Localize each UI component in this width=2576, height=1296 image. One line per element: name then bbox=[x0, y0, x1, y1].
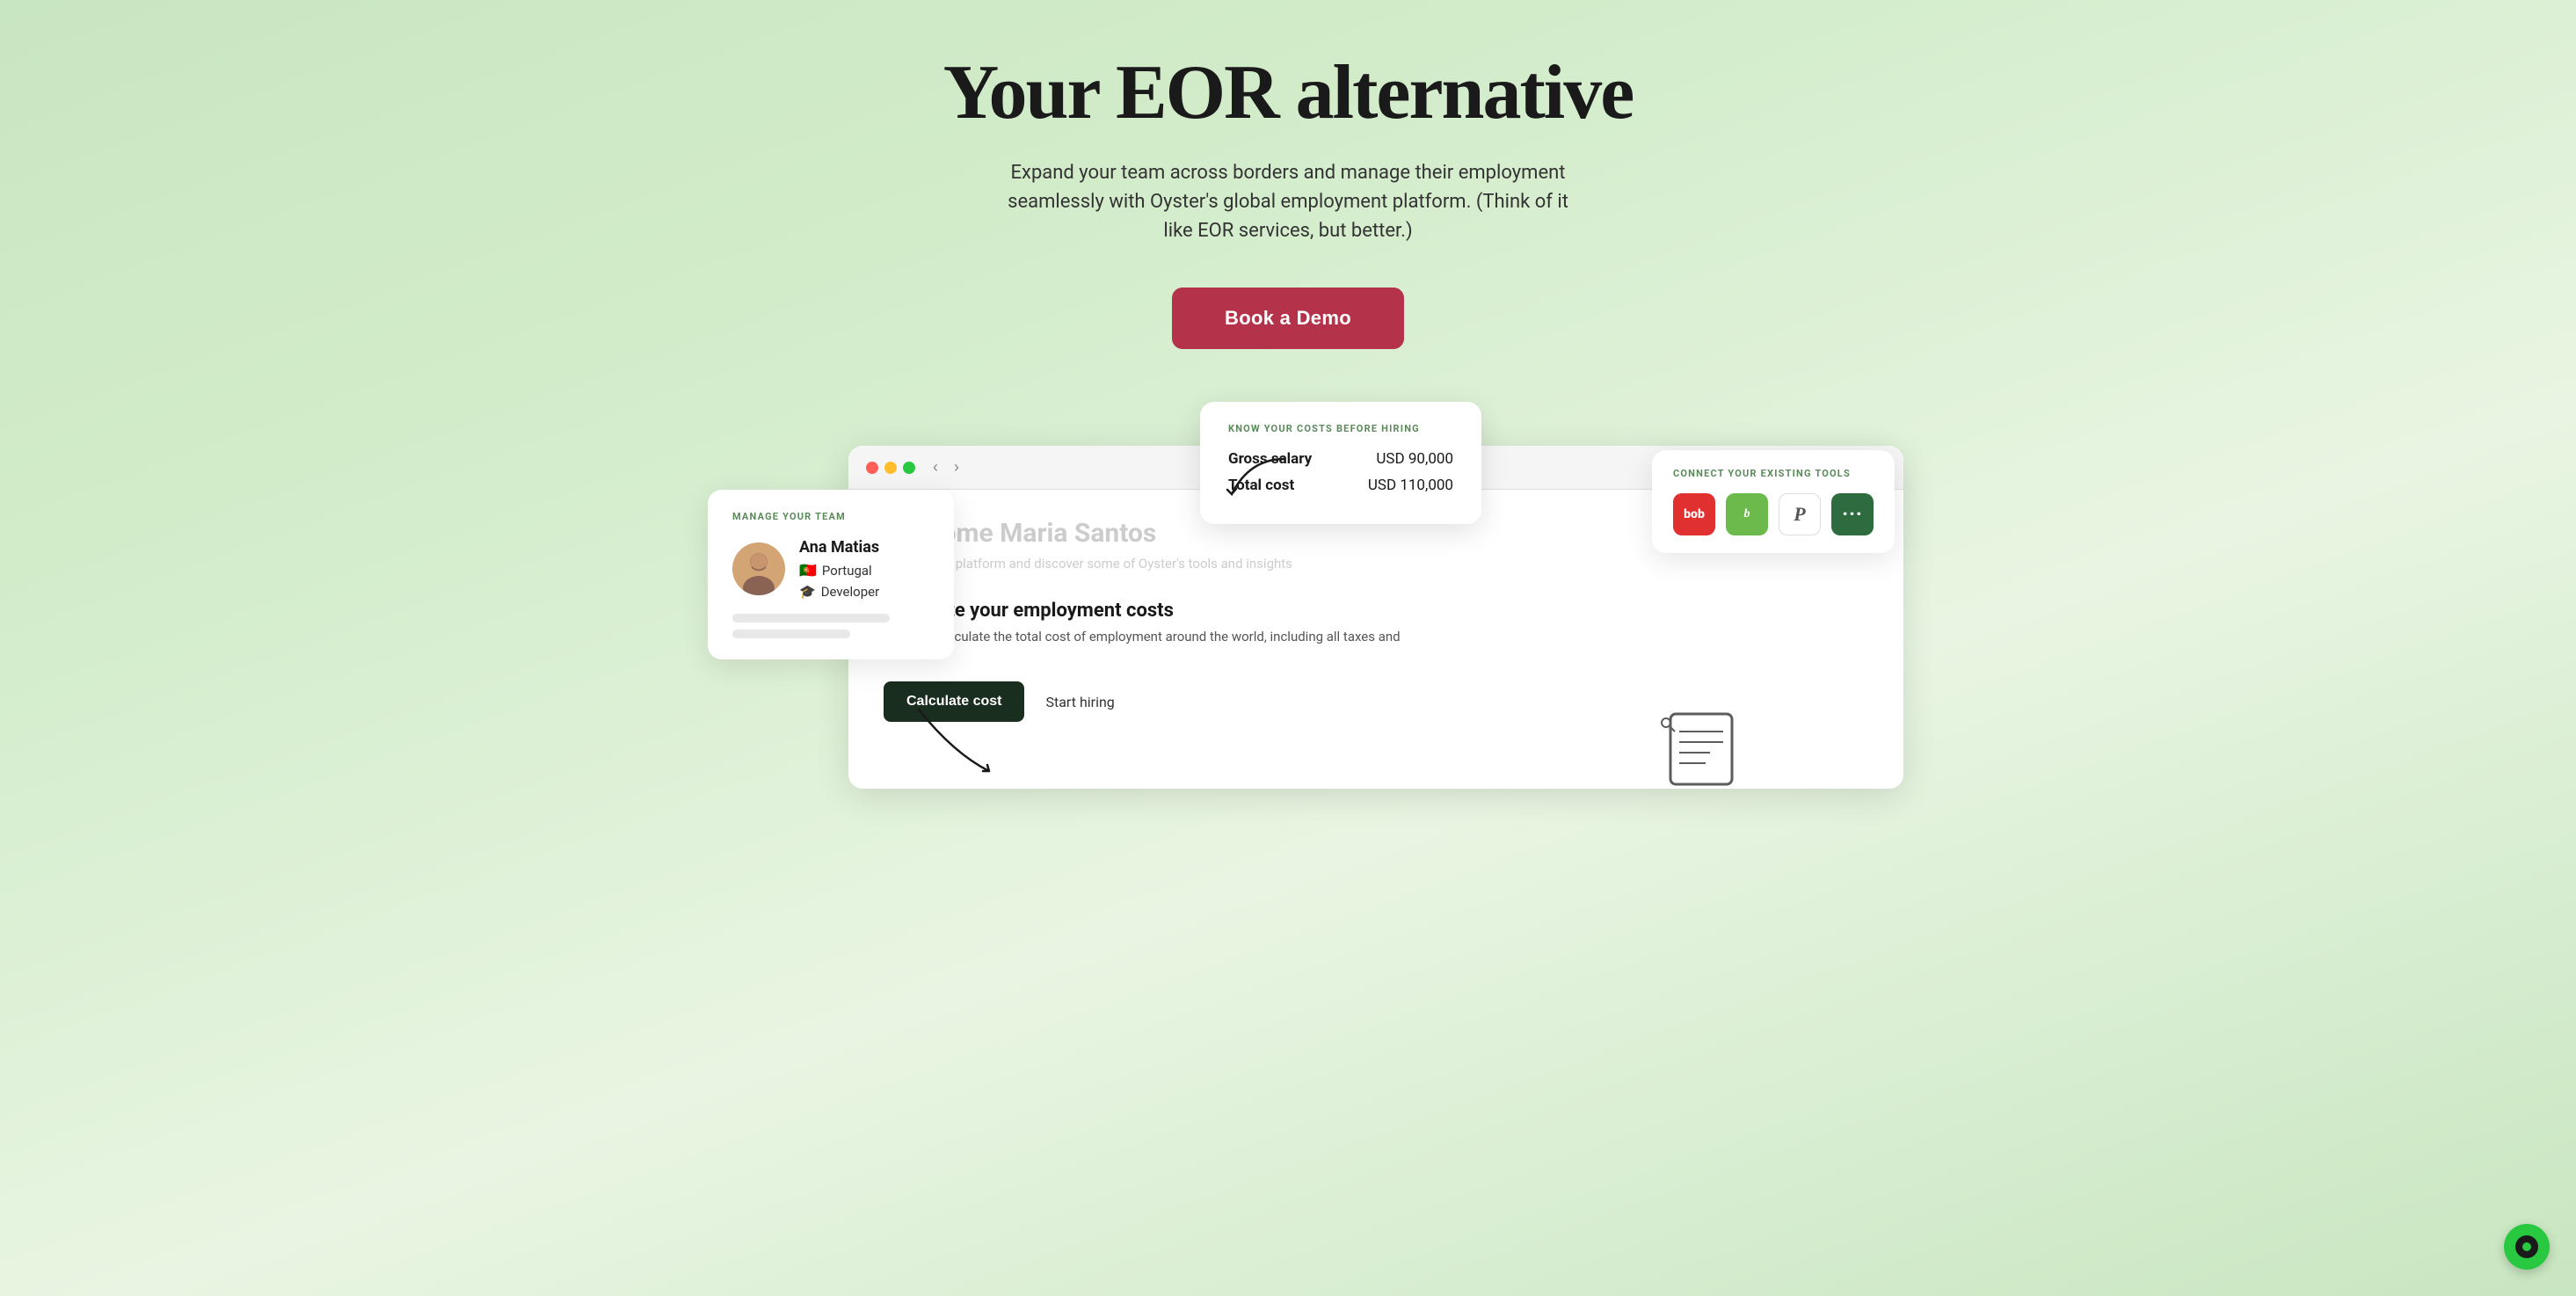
connect-tools-card: CONNECT YOUR EXISTING TOOLS bob b P ··· bbox=[1652, 450, 1895, 553]
tool-bob-icon[interactable]: bob bbox=[1673, 493, 1715, 535]
book-demo-button[interactable]: Book a Demo bbox=[1172, 288, 1404, 349]
arrow-decoration-bottom bbox=[901, 701, 1007, 789]
traffic-light-red[interactable] bbox=[866, 462, 878, 474]
calc-section-desc: Instantly calculate the total cost of em… bbox=[884, 629, 1411, 660]
browser-nav: ‹ › bbox=[929, 458, 963, 477]
nav-back-button[interactable]: ‹ bbox=[929, 458, 942, 477]
country-name: Portugal bbox=[822, 563, 872, 579]
nav-forward-button[interactable]: › bbox=[950, 458, 963, 477]
start-hiring-link[interactable]: Start hiring bbox=[1045, 694, 1114, 710]
chat-icon bbox=[2515, 1235, 2538, 1258]
placeholder-bar-2 bbox=[732, 630, 850, 638]
ui-showcase: KNOW YOUR COSTS BEFORE HIRING Gross sala… bbox=[673, 402, 1903, 824]
chat-dot bbox=[2522, 1242, 2531, 1251]
traffic-light-green[interactable] bbox=[903, 462, 915, 474]
role-icon: 🎓 bbox=[799, 584, 816, 600]
avatar bbox=[732, 542, 785, 595]
country-flag: 🇵🇹 bbox=[799, 562, 817, 579]
tool-icons: bob b P ··· bbox=[1673, 493, 1874, 535]
connect-tools-title: CONNECT YOUR EXISTING TOOLS bbox=[1673, 468, 1874, 479]
person-country: 🇵🇹 Portugal bbox=[799, 562, 879, 579]
cost-tooltip-title: KNOW YOUR COSTS BEFORE HIRING bbox=[1228, 423, 1453, 434]
person-details: Ana Matias 🇵🇹 Portugal 🎓 Developer bbox=[799, 538, 879, 600]
traffic-light-yellow[interactable] bbox=[884, 462, 897, 474]
role-label: Developer bbox=[821, 584, 880, 600]
welcome-sub: Preview our platform and discover some o… bbox=[884, 556, 1868, 572]
arrow-decoration-top bbox=[1214, 450, 1320, 521]
person-info: Ana Matias 🇵🇹 Portugal 🎓 Developer bbox=[732, 538, 929, 600]
gross-salary-value: USD 90,000 bbox=[1376, 450, 1453, 468]
placeholder-bars bbox=[732, 614, 929, 638]
deco-illustration bbox=[1657, 705, 1745, 806]
calc-section-title: Calculate your employment costs bbox=[884, 600, 1868, 622]
placeholder-bar-1 bbox=[732, 614, 890, 623]
tool-bamboo-icon[interactable]: b bbox=[1726, 493, 1768, 535]
hero-subtitle: Expand your team across borders and mana… bbox=[1007, 158, 1569, 245]
chat-widget[interactable] bbox=[2504, 1224, 2550, 1270]
manage-team-card: MANAGE YOUR TEAM Ana Matias 🇵🇹 Portugal bbox=[708, 490, 954, 659]
hero-section: Your EOR alternative Expand your team ac… bbox=[0, 0, 2576, 349]
person-role: 🎓 Developer bbox=[799, 584, 879, 600]
tool-personio-icon[interactable]: P bbox=[1779, 493, 1821, 535]
tool-more-icon[interactable]: ··· bbox=[1831, 493, 1874, 535]
person-name: Ana Matias bbox=[799, 538, 879, 557]
manage-team-title: MANAGE YOUR TEAM bbox=[732, 511, 929, 522]
hero-title: Your EOR alternative bbox=[943, 53, 1634, 134]
total-cost-value: USD 110,000 bbox=[1368, 477, 1453, 494]
traffic-lights bbox=[866, 462, 915, 474]
